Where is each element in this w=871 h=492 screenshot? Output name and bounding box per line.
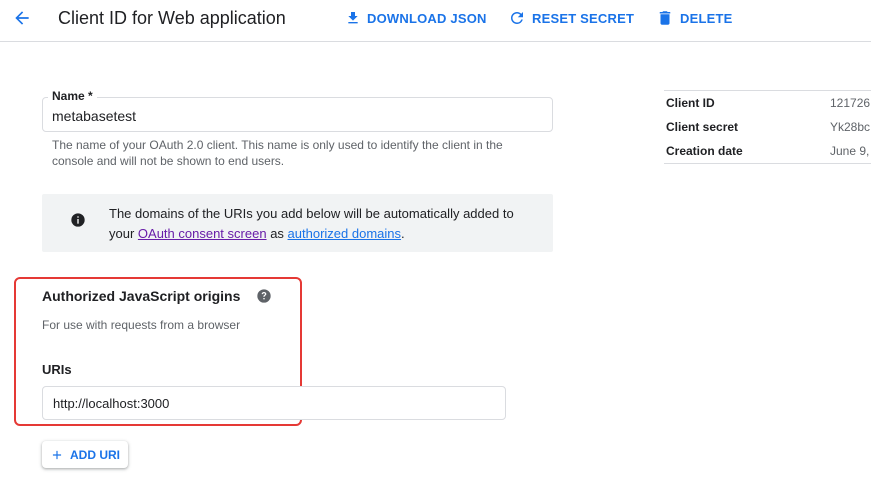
arrow-back-icon (15, 11, 29, 25)
uri-input[interactable] (42, 386, 506, 420)
page-title: Client ID for Web application (58, 8, 286, 28)
name-field-label: Name * (48, 89, 97, 103)
back-button[interactable] (10, 6, 34, 30)
js-origins-title: Authorized JavaScript origins (42, 288, 241, 304)
delete-button[interactable]: DELETE (656, 7, 732, 29)
delete-label: DELETE (680, 10, 733, 26)
download-json-label: DOWNLOAD JSON (367, 10, 487, 26)
reset-secret-button[interactable]: RESET SECRET (508, 7, 634, 29)
detail-value: 121726 (830, 96, 871, 110)
download-json-button[interactable]: DOWNLOAD JSON (345, 7, 487, 29)
refresh-icon (511, 11, 523, 24)
detail-row-client-id: Client ID 121726 (664, 91, 871, 115)
add-uri-label: ADD URI (70, 447, 120, 462)
info-banner-text: The domains of the URIs you add below wi… (109, 204, 529, 244)
uris-label: URIs (42, 362, 72, 377)
detail-value: June 9, (830, 144, 870, 158)
help-icon[interactable] (256, 288, 272, 304)
trash-icon (659, 11, 671, 25)
plus-icon (52, 450, 62, 459)
reset-secret-label: RESET SECRET (532, 10, 635, 26)
detail-row-client-secret: Client secret Yk28bc (664, 115, 871, 139)
authorized-domains-link[interactable]: authorized domains (288, 226, 401, 241)
add-uri-button[interactable]: ADD URI (42, 441, 128, 468)
info-text-after: . (401, 226, 405, 241)
client-details-table: Client ID 121726 Client secret Yk28bc Cr… (664, 90, 871, 164)
top-app-bar: Client ID for Web application DOWNLOAD J… (0, 0, 871, 42)
info-text-between: as (270, 226, 284, 241)
oauth-consent-screen-link[interactable]: OAuth consent screen (138, 226, 267, 241)
detail-value: Yk28bc (830, 120, 871, 134)
download-icon (348, 12, 358, 24)
info-banner: The domains of the URIs you add below wi… (42, 194, 553, 252)
name-helper-text: The name of your OAuth 2.0 client. This … (52, 138, 503, 168)
detail-row-creation-date: Creation date June 9, (664, 139, 871, 163)
info-icon (71, 213, 85, 227)
detail-key: Creation date (666, 144, 743, 158)
detail-key: Client secret (666, 120, 739, 134)
detail-key: Client ID (666, 96, 715, 110)
js-origins-subtitle: For use with requests from a browser (42, 318, 241, 332)
name-field-value[interactable]: metabasetest (52, 108, 136, 124)
